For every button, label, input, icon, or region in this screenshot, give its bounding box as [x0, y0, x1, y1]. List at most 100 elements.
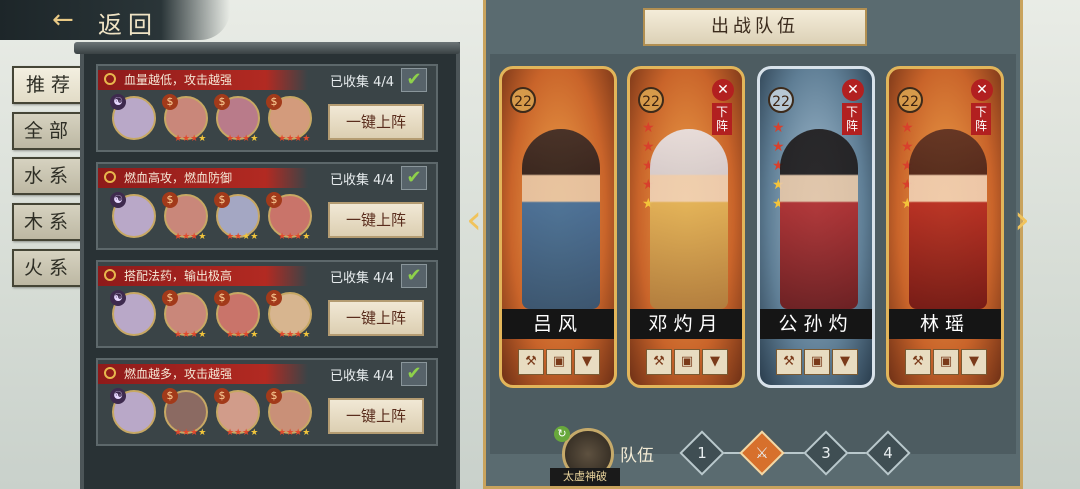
hero-avatar[interactable]: ☯ — [110, 94, 156, 140]
armor-icon[interactable]: ▣ — [804, 349, 830, 375]
magnify-icon[interactable] — [104, 367, 116, 379]
x-icon[interactable]: ✕ — [971, 79, 993, 101]
one-click-deploy-button[interactable]: 一键上阵 — [328, 398, 424, 434]
flame-icon: $ — [214, 290, 230, 306]
x-icon[interactable]: ✕ — [712, 79, 734, 101]
magnify-icon[interactable] — [104, 171, 116, 183]
hero-name: 公孙灼 — [760, 309, 872, 339]
remove-label[interactable]: 下阵 — [971, 103, 991, 135]
hero-card[interactable]: 22 ★ ★ ★ ★ ★ ✕ 下阵 公孙灼 ⚒ ▣ ▼ — [757, 66, 875, 388]
skill-text: 燃血越多，攻击越强 — [124, 367, 233, 381]
one-click-deploy-button[interactable]: 一键上阵 — [328, 300, 424, 336]
magnify-icon[interactable] — [104, 73, 116, 85]
swirl-back-icon[interactable]: ← — [52, 6, 86, 34]
remove-button[interactable]: ✕ 下阵 — [712, 79, 734, 135]
tab-fire[interactable]: 火系 — [12, 249, 86, 287]
hero-name: 邓灼月 — [630, 309, 742, 339]
boots-icon[interactable]: ▼ — [961, 349, 987, 375]
yin-yang-icon: ☯ — [110, 192, 126, 208]
skill-text: 燃血高攻，燃血防御 — [124, 171, 233, 185]
tab-wood[interactable]: 木系 — [12, 203, 86, 241]
back-label[interactable]: 返回 — [98, 5, 158, 40]
chevron-right-icon[interactable]: › — [1014, 200, 1030, 240]
skill-text: 搭配法药，输出极高 — [124, 269, 233, 283]
one-click-deploy-button[interactable]: 一键上阵 — [328, 202, 424, 238]
boots-icon[interactable]: ▼ — [702, 349, 728, 375]
axe-icon[interactable]: ⚒ — [646, 349, 672, 375]
yin-yang-icon: ☯ — [110, 94, 126, 110]
tab-all[interactable]: 全部 — [12, 112, 86, 150]
lineup-card: 搭配法药，输出极高 已收集 4/4 ✔ ☯ $ ★★★★ $ ★★★★ $ ★★★★ … — [96, 260, 438, 348]
slot-number: 3 — [821, 444, 831, 462]
skill-text: 血量越低，攻击越强 — [124, 73, 233, 87]
flame-icon: $ — [266, 192, 282, 208]
armor-icon[interactable]: ▣ — [674, 349, 700, 375]
tab-water[interactable]: 水系 — [12, 157, 86, 195]
armor-icon[interactable]: ▣ — [546, 349, 572, 375]
team-title: 出战队伍 — [643, 8, 867, 46]
flame-icon: $ — [266, 388, 282, 404]
axe-icon[interactable]: ⚒ — [776, 349, 802, 375]
hero-card[interactable]: 22 ★ ★ ★ ★ ★ ✕ 下阵 林瑶 ⚒ ▣ ▼ — [886, 66, 1004, 388]
team-skill-name: 太虚神破 — [550, 468, 620, 486]
hero-avatar[interactable]: $ ★★★★ — [266, 192, 312, 242]
chevron-left-icon[interactable]: ‹ — [466, 200, 482, 240]
hero-avatar[interactable]: ☯ — [110, 388, 156, 434]
star-rating: ★★★★ — [278, 330, 311, 340]
remove-label[interactable]: 下阵 — [712, 103, 732, 135]
star-rating: ★★★★ — [226, 232, 259, 242]
check-icon: ✔ — [401, 264, 427, 288]
hero-avatar[interactable]: $ ★★★★ — [162, 94, 208, 144]
hero-avatar[interactable]: ☯ — [110, 290, 156, 336]
lineup-card: 燃血高攻，燃血防御 已收集 4/4 ✔ ☯ $ ★★★★ $ ★★★★ $ ★★★★ … — [96, 162, 438, 250]
flame-icon: $ — [162, 192, 178, 208]
team-label: 队伍 — [620, 446, 654, 466]
flame-icon: $ — [266, 94, 282, 110]
skill-banner: 搭配法药，输出极高 — [98, 266, 308, 286]
collected-count: 已收集 4/4 — [330, 173, 395, 188]
hero-avatar[interactable]: $ ★★★★ — [162, 388, 208, 438]
tab-recommended[interactable]: 推荐 — [12, 66, 90, 104]
hero-name: 吕风 — [502, 309, 614, 339]
hero-avatar[interactable]: $ ★★★★ — [162, 290, 208, 340]
hero-avatar[interactable]: $ ★★★★ — [214, 192, 260, 242]
hero-portrait — [650, 129, 728, 309]
remove-button[interactable]: ✕ 下阵 — [971, 79, 993, 135]
boots-icon[interactable]: ▼ — [832, 349, 858, 375]
boots-icon[interactable]: ▼ — [574, 349, 600, 375]
hero-avatar[interactable]: $ ★★★★ — [214, 94, 260, 144]
magnify-icon[interactable] — [104, 269, 116, 281]
hero-avatar[interactable]: $ ★★★★ — [266, 94, 312, 144]
crossed-swords-icon: ⚔ — [755, 444, 769, 462]
hero-avatar[interactable]: $ ★★★★ — [266, 290, 312, 340]
level-badge: 22 — [897, 87, 923, 113]
star-rating: ★★★★ — [174, 232, 207, 242]
star-rating: ★★★★ — [226, 134, 259, 144]
level-badge: 22 — [638, 87, 664, 113]
flame-icon: $ — [162, 94, 178, 110]
x-icon[interactable]: ✕ — [842, 79, 864, 101]
check-icon: ✔ — [401, 362, 427, 386]
flame-icon: $ — [162, 290, 178, 306]
hero-avatar[interactable]: $ ★★★★ — [266, 388, 312, 438]
skill-banner: 血量越低，攻击越强 — [98, 70, 308, 90]
skill-banner: 燃血越多，攻击越强 — [98, 364, 308, 384]
hero-avatar[interactable]: ☯ — [110, 192, 156, 238]
remove-button[interactable]: ✕ 下阵 — [842, 79, 864, 135]
star-rating: ★★★★ — [174, 330, 207, 340]
yin-yang-icon: ☯ — [110, 290, 126, 306]
check-icon: ✔ — [401, 166, 427, 190]
swap-icon[interactable]: ↻ — [554, 426, 570, 442]
collected-count: 已收集 4/4 — [330, 271, 395, 286]
armor-icon[interactable]: ▣ — [933, 349, 959, 375]
remove-label[interactable]: 下阵 — [842, 103, 862, 135]
hero-avatar[interactable]: $ ★★★★ — [214, 290, 260, 340]
hero-avatar[interactable]: $ ★★★★ — [214, 388, 260, 438]
hero-card[interactable]: 22 ★ ★ ★ ★ ★ ✕ 下阵 邓灼月 ⚒ ▣ ▼ — [627, 66, 745, 388]
axe-icon[interactable]: ⚒ — [905, 349, 931, 375]
axe-icon[interactable]: ⚒ — [518, 349, 544, 375]
hero-card[interactable]: 22 吕风 ⚒ ▣ ▼ — [499, 66, 617, 388]
collected-count: 已收集 4/4 — [330, 369, 395, 384]
one-click-deploy-button[interactable]: 一键上阵 — [328, 104, 424, 140]
hero-avatar[interactable]: $ ★★★★ — [162, 192, 208, 242]
